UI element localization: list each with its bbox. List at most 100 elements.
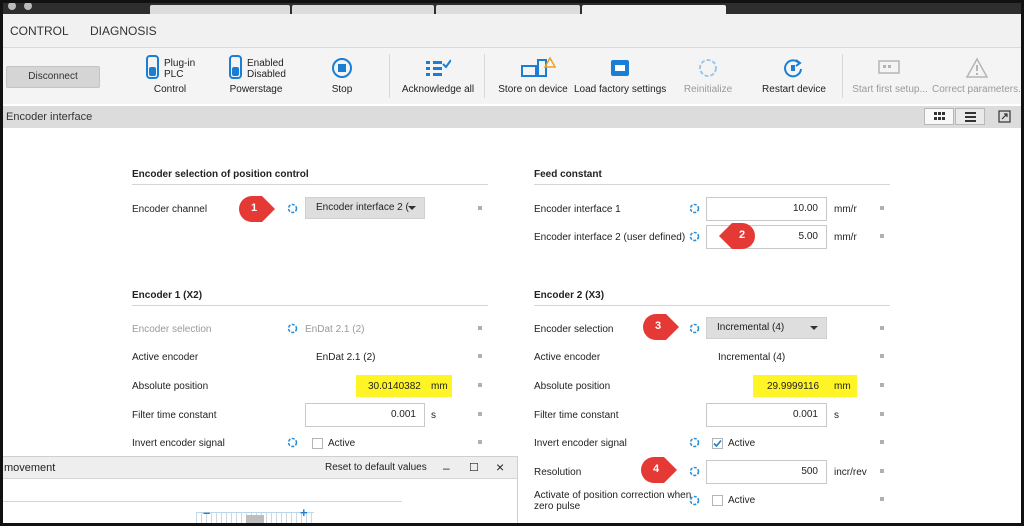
close-button[interactable]: ×	[496, 459, 504, 475]
store-on-device-button[interactable]: Store on device	[498, 84, 568, 95]
enc1-invert-text: Active	[328, 438, 356, 449]
enc2-selection-select[interactable]: Incremental (4)	[706, 317, 827, 339]
marker-4: 4	[640, 456, 678, 489]
load-factory-settings-button[interactable]: Load factory settings	[574, 84, 666, 95]
restart-device-button[interactable]: Restart device	[762, 84, 826, 95]
chevron-down-icon	[408, 206, 416, 210]
encoder-channel-select[interactable]: Encoder interface 2 (	[305, 197, 425, 219]
enc2-zero-label-2: zero pulse	[534, 501, 581, 512]
warning-icon	[965, 57, 989, 78]
sync-icon	[689, 466, 700, 477]
window-dot-icon	[8, 2, 16, 10]
toolbar-separator	[484, 54, 485, 98]
enc1-selection-label: Encoder selection	[132, 324, 212, 335]
sync-icon	[287, 323, 298, 334]
menu-control[interactable]: CONTROL	[10, 24, 69, 38]
enc2-filter-input[interactable]: 0.001	[706, 403, 827, 427]
feed-if2-label: Encoder interface 2 (user defined)	[534, 232, 686, 243]
enc1-selection-value: EnDat 2.1 (2)	[305, 324, 365, 335]
stop-icon[interactable]	[332, 58, 352, 78]
tab[interactable]	[150, 5, 290, 14]
enc1-filter-unit: s	[431, 410, 436, 421]
disconnect-button[interactable]: Disconnect	[6, 66, 100, 88]
enc2-invert-text: Active	[728, 438, 756, 449]
grid-view-button[interactable]	[924, 108, 954, 125]
enc2-selection-label: Encoder selection	[534, 324, 614, 335]
tab[interactable]	[436, 5, 580, 14]
enc2-active-value: Incremental (4)	[718, 352, 786, 363]
param-dot-icon	[880, 497, 884, 501]
slider-thumb[interactable]	[246, 515, 264, 526]
sync-icon	[689, 231, 700, 242]
tab[interactable]	[292, 5, 434, 14]
stop-button[interactable]: Stop	[322, 84, 362, 95]
factory-settings-icon[interactable]	[609, 58, 631, 78]
param-dot-icon	[880, 326, 884, 330]
movement-window-titlebar	[0, 457, 517, 479]
enc2-active-label: Active encoder	[534, 352, 601, 363]
enc1-filter-input[interactable]: 0.001	[305, 403, 425, 427]
feed-if2-unit: mm/r	[834, 232, 857, 243]
feed-if1-label: Encoder interface 1	[534, 204, 621, 215]
enc2-filter-label: Filter time constant	[534, 410, 619, 421]
store-device-icon[interactable]	[520, 56, 560, 80]
enc1-invert-checkbox[interactable]	[312, 438, 323, 449]
enc2-zero-checkbox[interactable]	[712, 495, 723, 506]
minimize-button[interactable]: –	[443, 461, 450, 475]
reset-default-button[interactable]: Reset to default values	[325, 462, 427, 473]
sync-icon	[287, 203, 298, 214]
powerstage-label: Powerstage	[229, 84, 283, 95]
acknowledge-all-button[interactable]: Acknowledge all	[400, 84, 476, 95]
sync-icon	[689, 323, 700, 334]
divider	[132, 305, 488, 306]
pos-control-heading: Encoder selection of position control	[132, 169, 309, 180]
encoder-channel-value: Encoder interface 2 (	[316, 202, 409, 213]
enc2-zero-text: Active	[728, 495, 756, 506]
list-view-button[interactable]	[955, 108, 985, 125]
param-dot-icon	[880, 383, 884, 387]
section-title: Encoder interface	[6, 111, 93, 123]
param-dot-icon	[880, 469, 884, 473]
enc2-zero-label-1: Activate of position correction when	[534, 490, 692, 501]
enc2-invert-checkbox[interactable]	[712, 438, 723, 449]
enc2-filter-unit: s	[834, 410, 839, 421]
enc2-selection-value: Incremental (4)	[717, 322, 785, 333]
param-dot-icon	[478, 326, 482, 330]
slider-plus-button[interactable]: +	[300, 505, 308, 520]
tab-active[interactable]	[582, 5, 726, 14]
param-dot-icon	[478, 440, 482, 444]
correct-parameters-button: Correct parameters...	[932, 84, 1024, 95]
powerstage-toggle-icon[interactable]	[229, 55, 242, 79]
acknowledge-list-icon[interactable]	[425, 58, 451, 78]
slider-minus-button[interactable]: –	[203, 505, 210, 520]
enc2-resolution-input[interactable]: 500	[706, 460, 827, 484]
popout-icon[interactable]	[998, 110, 1012, 124]
title-strip	[0, 0, 1024, 14]
enc2-abs-label: Absolute position	[534, 381, 611, 392]
marker-2-label: 2	[738, 229, 746, 241]
plc-toggle-icon[interactable]	[146, 55, 159, 79]
enc1-abs-unit: mm	[431, 381, 448, 392]
start-first-setup-button: Start first setup...	[852, 84, 928, 95]
enc1-invert-label: Invert encoder signal	[132, 438, 225, 449]
control-label: Control	[153, 84, 187, 95]
marker-3: 3	[642, 313, 680, 346]
enc2-abs-value: 29.9999116	[767, 381, 820, 392]
param-dot-icon	[478, 412, 482, 416]
param-dot-icon	[478, 206, 482, 210]
window-dot-icon	[24, 2, 32, 10]
enc1-active-label: Active encoder	[132, 352, 199, 363]
feed-if1-input[interactable]: 10.00	[706, 197, 827, 221]
enc1-filter-label: Filter time constant	[132, 410, 217, 421]
section-header	[0, 106, 1024, 128]
chevron-down-icon	[810, 326, 818, 330]
marker-1-label: 1	[250, 202, 258, 214]
divider	[534, 184, 890, 185]
restart-icon[interactable]	[782, 57, 804, 79]
param-dot-icon	[880, 354, 884, 358]
enc2-resolution-unit: incr/rev	[834, 467, 867, 478]
enc2-abs-unit: mm	[834, 381, 851, 392]
maximize-button[interactable]: ☐	[469, 461, 479, 474]
menu-diagnosis[interactable]: DIAGNOSIS	[90, 24, 157, 38]
param-dot-icon	[478, 354, 482, 358]
